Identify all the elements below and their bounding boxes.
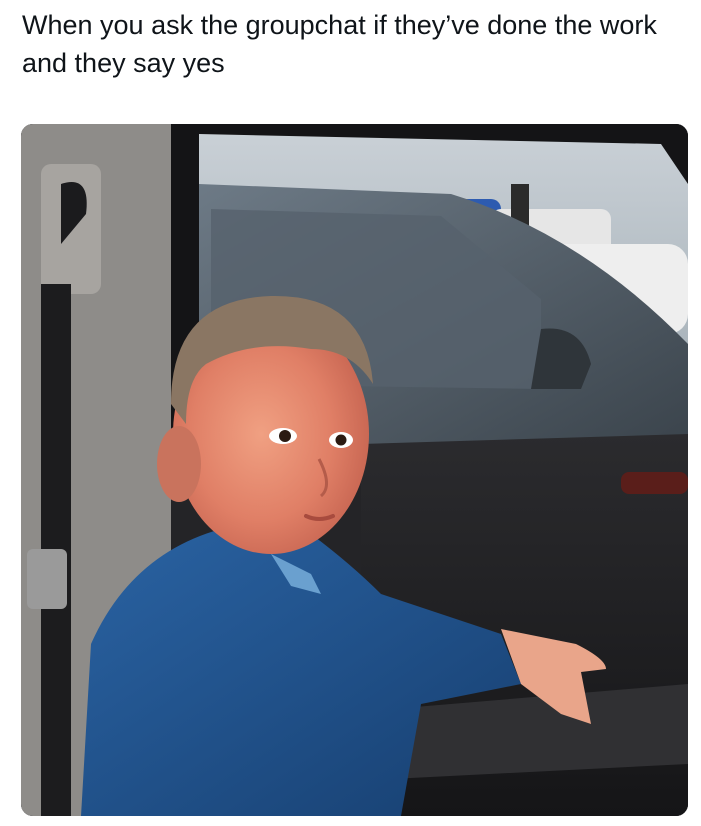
seatbelt-buckle — [27, 549, 67, 609]
post-caption: When you ask the groupchat if they’ve do… — [22, 10, 657, 78]
photo-illustration — [21, 124, 688, 816]
ear — [157, 426, 201, 502]
door-handle — [621, 472, 688, 494]
meme-photo[interactable] — [21, 124, 688, 816]
meme-post: When you ask the groupchat if they’ve do… — [0, 0, 701, 826]
